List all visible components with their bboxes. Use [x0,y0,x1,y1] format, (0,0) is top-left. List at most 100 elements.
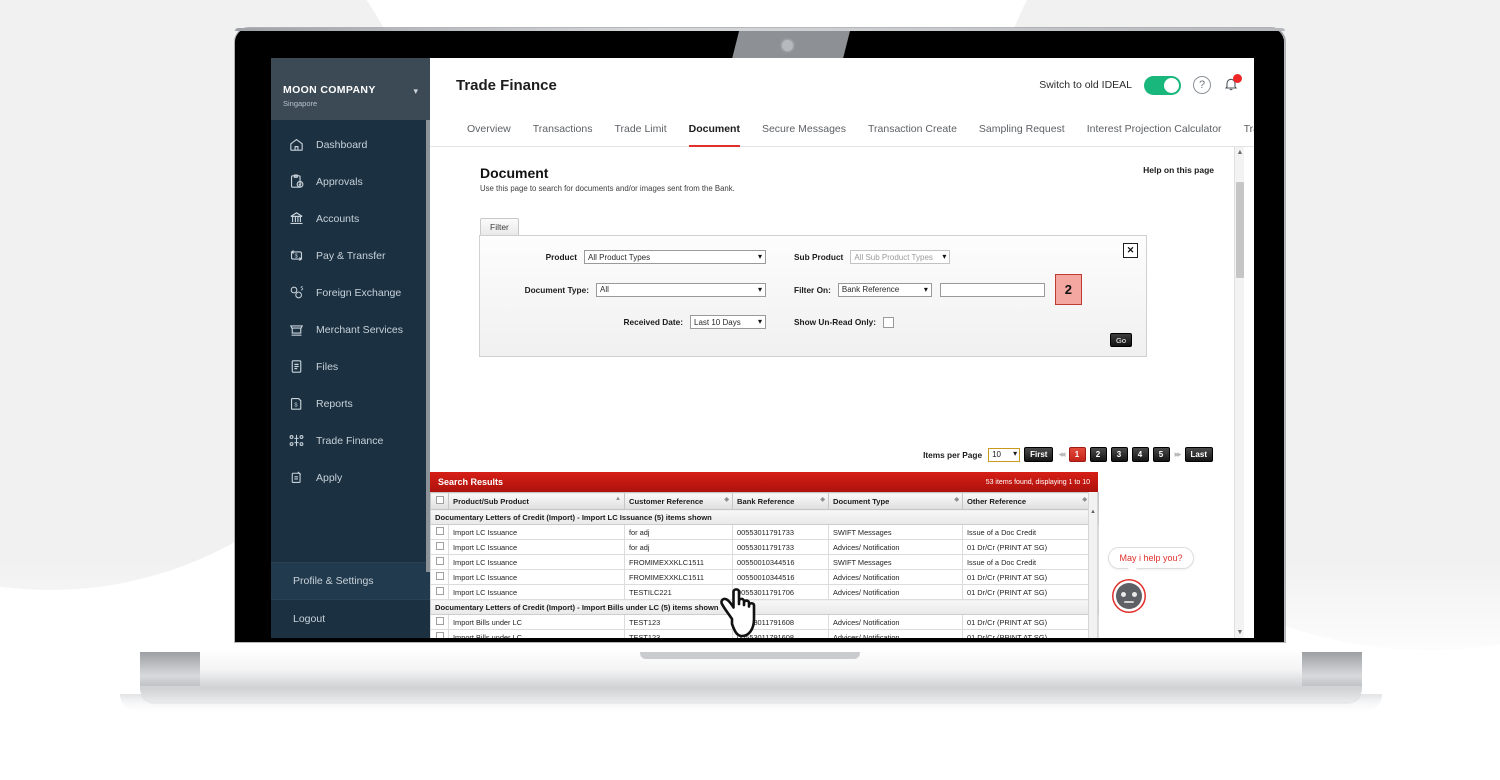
select-all-checkbox[interactable] [435,496,444,504]
webcam-icon [782,40,793,51]
items-per-page-select[interactable]: 10 ▾ [988,447,1021,462]
sidebar-item-reports[interactable]: $ Reports [271,385,430,422]
sort-icon[interactable]: ◆ [954,496,959,503]
cell-document-type: SWIFT Messages [828,554,963,570]
sidebar-item-accounts[interactable]: Accounts [271,200,430,237]
chevron-down-icon: ▾ [757,252,762,261]
org-switcher[interactable]: MOON COMPANY Singapore ▾ [271,58,430,120]
question-circle-icon[interactable]: ? [1193,76,1211,94]
filter-on-input[interactable] [939,282,1045,297]
document-type-select[interactable]: All ▾ [596,282,766,297]
tab-secure-messages[interactable]: Secure Messages [751,112,857,146]
row-checkbox[interactable] [435,527,444,535]
page-button-1[interactable]: 1 [1068,447,1086,462]
sub-product-select-value: All Sub Product Types [854,252,933,262]
table-row[interactable]: Import LC Issuance FROMIMEXXKLC1511 0055… [430,554,1099,570]
search-results-count: 53 items found, displaying 1 to 10 [985,478,1090,486]
page-title: Document [480,165,549,181]
sub-product-select[interactable]: All Sub Product Types ▾ [850,250,951,264]
row-select-cell[interactable] [430,554,449,570]
row-select-cell[interactable] [430,569,449,585]
items-per-page-label: Items per Page [923,449,983,460]
sidebar-item-merchant-services[interactable]: Merchant Services [271,311,430,348]
tab-document[interactable]: Document [678,112,751,147]
sidebar-item-logout[interactable]: Logout [271,599,430,638]
results-table-scrollbar[interactable]: ▲ ▼ [1088,492,1098,638]
column-product-sub-product[interactable]: Product/Sub Product ▲ [448,492,625,510]
bell-icon[interactable] [1223,74,1242,94]
switch-to-old-ideal-toggle[interactable] [1144,75,1181,95]
page-button-5[interactable]: 5 [1152,447,1170,462]
sidebar-item-approvals[interactable]: Approvals [271,163,430,200]
page-button-4[interactable]: 4 [1131,447,1149,462]
sidebar-item-profile-settings[interactable]: Profile & Settings [271,563,430,599]
column-other-reference[interactable]: Other Reference ◆ [962,492,1091,510]
cell-customer-reference: FROMIMEXXKLC1511 [624,554,733,570]
column-customer-reference[interactable]: Customer Reference ◆ [624,492,733,510]
page-button-3[interactable]: 3 [1110,447,1128,462]
filter-row-product: Product All Product Types ▾ Sub Product [496,250,1130,264]
select-all-header[interactable] [430,492,449,510]
page-header: Document Use this page to search for doc… [480,165,1214,193]
sort-icon[interactable]: ◆ [724,496,729,503]
sidebar-item-dashboard[interactable]: Dashboard [271,126,430,163]
tab-interest-projection-calculator[interactable]: Interest Projection Calculator [1076,112,1233,146]
scroll-up-icon[interactable]: ▲ [1089,508,1097,517]
sidebar-item-pay-transfer[interactable]: $ Pay & Transfer [271,237,430,274]
tab-transactions[interactable]: Transactions [522,112,604,146]
sort-icon[interactable]: ▲ [615,496,621,502]
row-select-cell[interactable] [430,584,449,600]
tab-transaction-create[interactable]: Transaction Create [857,112,968,146]
tab-sampling-request[interactable]: Sampling Request [968,112,1076,146]
cell-other-reference: 01 Dr/Cr (PRINT AT SG) [962,629,1091,638]
row-checkbox[interactable] [435,617,444,625]
row-select-cell[interactable] [430,539,449,555]
received-date-select[interactable]: Last 10 Days ▾ [690,315,766,329]
row-checkbox[interactable] [435,557,444,565]
show-unread-checkbox[interactable] [883,316,895,328]
help-on-this-page-link[interactable]: Help on this page [1143,165,1214,175]
double-left-arrow-icon[interactable]: ◂◂ [1057,449,1065,460]
cell-other-reference: Issue of a Doc Credit [962,524,1091,540]
double-right-arrow-icon[interactable]: ▸▸ [1174,449,1182,460]
scroll-up-icon[interactable]: ▲ [1236,149,1244,156]
chatbot-avatar-icon[interactable] [1116,583,1142,609]
column-document-type[interactable]: Document Type ◆ [828,492,963,510]
row-checkbox[interactable] [435,542,444,550]
sort-icon[interactable]: ◆ [1082,496,1087,503]
row-checkbox[interactable] [435,587,444,595]
chat-assistant-widget[interactable]: May i help you? [1108,547,1218,609]
product-select[interactable]: All Product Types ▾ [584,250,766,264]
page-button-2[interactable]: 2 [1089,447,1107,462]
tab-trade-limit[interactable]: Trade Limit [603,112,677,146]
row-checkbox[interactable] [435,572,444,580]
column-bank-reference[interactable]: Bank Reference ◆ [732,492,829,510]
page-scrollbar[interactable]: ▲ ▼ [1234,147,1244,638]
last-page-button[interactable]: Last [1184,447,1213,462]
table-row[interactable]: Import LC Issuance for adj 0055301179173… [430,524,1099,540]
sidebar-item-trade-finance[interactable]: Trade Finance [271,422,430,459]
first-page-button[interactable]: First [1024,447,1054,462]
scroll-down-icon[interactable]: ▼ [1236,629,1244,636]
page-scrollbar-thumb[interactable] [1236,182,1244,278]
chevron-down-icon[interactable]: ▾ [413,86,418,97]
filter-on-select[interactable]: Bank Reference ▾ [837,282,932,297]
tab-transaction-party[interactable]: Transaction Part [1233,112,1254,146]
row-select-cell[interactable] [430,524,449,540]
table-row[interactable]: Import LC Issuance for adj 0055301179173… [430,539,1099,555]
row-select-cell[interactable] [430,629,449,638]
chat-bubble: May i help you? [1108,547,1194,575]
go-button[interactable]: Go [1110,333,1132,347]
sort-icon[interactable]: ◆ [820,496,825,503]
cell-bank-reference: 00553011791733 [732,539,829,555]
sidebar-item-files[interactable]: Files [271,348,430,385]
tab-overview[interactable]: Overview [456,112,522,146]
row-select-cell[interactable] [430,614,449,630]
cell-document-type: Advices/ Notification [828,584,963,600]
sidebar-item-apply[interactable]: Apply [271,459,430,496]
row-checkbox[interactable] [435,632,444,638]
sidebar-item-foreign-exchange[interactable]: Foreign Exchange [271,274,430,311]
close-icon[interactable]: ✕ [1123,243,1138,258]
cell-product: Import Bills under LC [448,614,625,630]
filter-tab[interactable]: Filter [480,218,519,235]
